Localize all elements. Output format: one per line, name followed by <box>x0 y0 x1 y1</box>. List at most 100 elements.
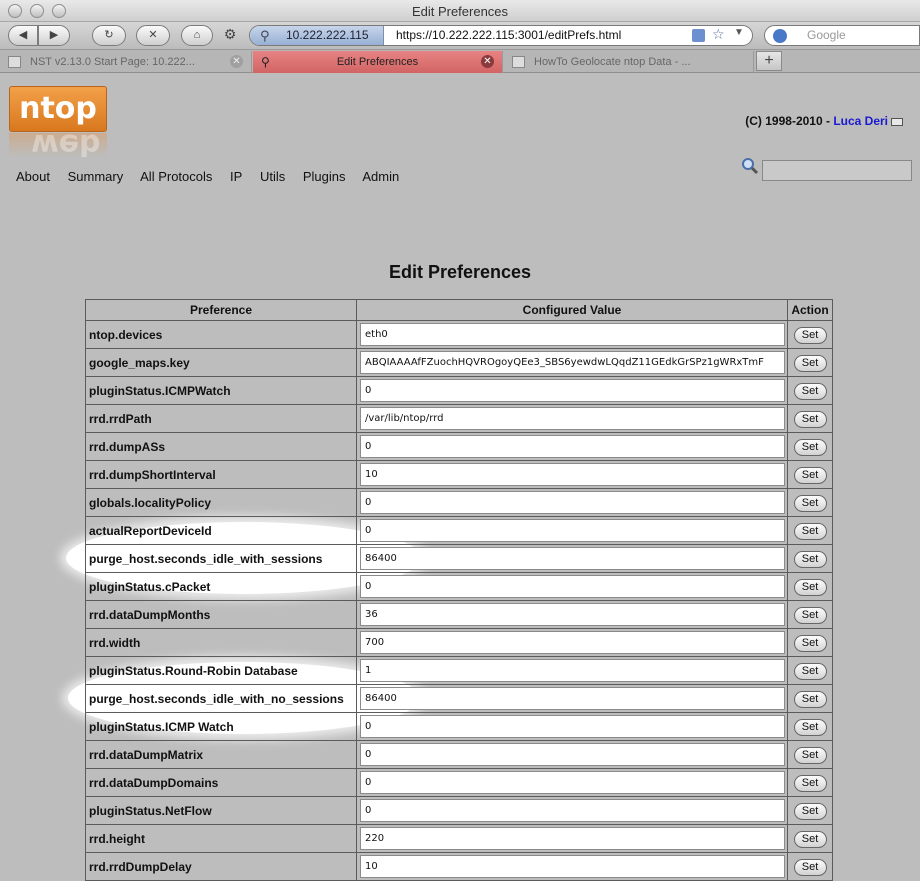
set-button[interactable]: Set <box>793 383 827 400</box>
tab-label: NST v2.13.0 Start Page: 10.222... <box>30 56 195 68</box>
set-button[interactable]: Set <box>793 467 827 484</box>
value-input[interactable]: 0 <box>360 575 785 598</box>
tab-nst-start-page[interactable]: NST v2.13.0 Start Page: 10.222... ✕ <box>0 51 252 73</box>
rss-icon[interactable] <box>692 29 705 42</box>
tab-howto-geolocate[interactable]: HowTo Geolocate ntop Data - ... <box>504 51 754 73</box>
window-titlebar: Edit Preferences <box>0 0 920 22</box>
action-cell: Set <box>787 488 833 517</box>
value-input[interactable]: ABQIAAAAfFZuochHQVROgoyQEe3_SBS6yewdwLQq… <box>360 351 785 374</box>
new-tab-button[interactable]: + <box>756 51 782 71</box>
search-icon: ⚲ <box>260 28 270 43</box>
column-header: Configured Value <box>356 299 788 321</box>
value-input[interactable]: 0 <box>360 519 785 542</box>
table-row: rrd.dataDumpMonths 36 Set <box>85 600 833 629</box>
preference-name: ntop.devices <box>85 320 357 349</box>
value-input[interactable]: 36 <box>360 603 785 626</box>
value-cell: 700 <box>356 628 788 657</box>
mail-icon[interactable] <box>891 117 903 126</box>
author-link[interactable]: Luca Deri <box>833 114 888 128</box>
preference-name: pluginStatus.NetFlow <box>85 796 357 825</box>
value-input[interactable]: 86400 <box>360 547 785 570</box>
set-button[interactable]: Set <box>793 551 827 568</box>
copyright-text: (C) 1998-2010 - <box>745 114 834 128</box>
menu-all-protocols[interactable]: All Protocols <box>140 169 212 184</box>
chevron-down-icon[interactable]: ▼ <box>734 27 744 38</box>
set-button[interactable]: Set <box>793 775 827 792</box>
value-input[interactable]: 86400 <box>360 687 785 710</box>
menu-utils[interactable]: Utils <box>260 169 285 184</box>
value-input[interactable]: eth0 <box>360 323 785 346</box>
set-button[interactable]: Set <box>793 579 827 596</box>
menu-admin[interactable]: Admin <box>362 169 399 184</box>
forward-button[interactable]: ▶ <box>38 25 70 46</box>
action-cell: Set <box>787 600 833 629</box>
site-identity[interactable]: 10.222.222.115 <box>250 26 384 45</box>
gear-icon[interactable]: ⚙ <box>220 25 240 46</box>
set-button[interactable]: Set <box>793 635 827 652</box>
value-cell: /var/lib/ntop/rrd <box>356 404 788 433</box>
table-row: google_maps.key ABQIAAAAfFZuochHQVROgoyQE… <box>85 348 833 377</box>
set-button[interactable]: Set <box>793 439 827 456</box>
value-input[interactable]: 0 <box>360 799 785 822</box>
action-cell: Set <box>787 404 833 433</box>
menu-plugins[interactable]: Plugins <box>303 169 346 184</box>
set-button[interactable]: Set <box>793 691 827 708</box>
value-input[interactable]: 0 <box>360 715 785 738</box>
set-button[interactable]: Set <box>793 663 827 680</box>
close-tab-icon[interactable]: ✕ <box>481 55 494 68</box>
preference-name: purge_host.seconds_idle_with_sessions <box>85 544 357 573</box>
value-input[interactable]: 10 <box>360 855 785 878</box>
action-cell: Set <box>787 516 833 545</box>
set-button[interactable]: Set <box>793 355 827 372</box>
google-icon[interactable] <box>773 29 787 43</box>
set-button[interactable]: Set <box>793 607 827 624</box>
bookmark-star-icon[interactable]: ☆ <box>712 26 725 43</box>
home-button[interactable]: ⌂ <box>181 25 213 46</box>
set-button[interactable]: Set <box>793 747 827 764</box>
stop-button[interactable]: ✕ <box>136 25 170 46</box>
table-row: rrd.dumpASs 0 Set <box>85 432 833 461</box>
value-cell: 0 <box>356 488 788 517</box>
value-input[interactable]: 0 <box>360 379 785 402</box>
web-search-input[interactable]: Google <box>764 25 920 46</box>
set-button[interactable]: Set <box>793 859 827 876</box>
back-button[interactable]: ◀ <box>8 25 38 46</box>
value-input[interactable]: 0 <box>360 743 785 766</box>
value-input[interactable]: 0 <box>360 435 785 458</box>
value-input[interactable]: 1 <box>360 659 785 682</box>
menu-about[interactable]: About <box>16 169 50 184</box>
search-icon <box>742 158 759 175</box>
set-button[interactable]: Set <box>793 495 827 512</box>
ntop-logo[interactable]: ntop <box>9 86 107 132</box>
preference-name: pluginStatus.cPacket <box>85 572 357 601</box>
set-button[interactable]: Set <box>793 411 827 428</box>
url-text[interactable]: https://10.222.222.115:3001/editPrefs.ht… <box>396 26 621 45</box>
menu-ip[interactable]: IP <box>230 169 242 184</box>
set-button[interactable]: Set <box>793 831 827 848</box>
menu-summary[interactable]: Summary <box>68 169 124 184</box>
value-input[interactable]: 0 <box>360 491 785 514</box>
set-button[interactable]: Set <box>793 719 827 736</box>
table-row: purge_host.seconds_idle_with_sessions 864… <box>85 544 833 573</box>
action-cell: Set <box>787 656 833 685</box>
set-button[interactable]: Set <box>793 803 827 820</box>
set-button[interactable]: Set <box>793 327 827 344</box>
table-row: pluginStatus.cPacket 0 Set <box>85 572 833 601</box>
preferences-table: Preference Configured Value Action ntop.… <box>85 299 833 881</box>
value-input[interactable]: 10 <box>360 463 785 486</box>
url-host: 10.222.222.115 <box>286 28 369 42</box>
close-tab-icon[interactable]: ✕ <box>230 55 243 68</box>
value-input[interactable]: 700 <box>360 631 785 654</box>
action-cell: Set <box>787 460 833 489</box>
address-bar[interactable]: 10.222.222.115 ⚲ https://10.222.222.115:… <box>249 25 753 46</box>
value-input[interactable]: 0 <box>360 771 785 794</box>
set-button[interactable]: Set <box>793 523 827 540</box>
page-search-input[interactable] <box>762 160 912 181</box>
table-row: actualReportDeviceId 0 Set <box>85 516 833 545</box>
tab-edit-preferences[interactable]: ⚲ Edit Preferences ✕ <box>253 51 503 73</box>
table-row: pluginStatus.NetFlow 0 Set <box>85 796 833 825</box>
value-input[interactable]: /var/lib/ntop/rrd <box>360 407 785 430</box>
action-cell: Set <box>787 320 833 349</box>
value-input[interactable]: 220 <box>360 827 785 850</box>
reload-button[interactable]: ↻ <box>92 25 126 46</box>
